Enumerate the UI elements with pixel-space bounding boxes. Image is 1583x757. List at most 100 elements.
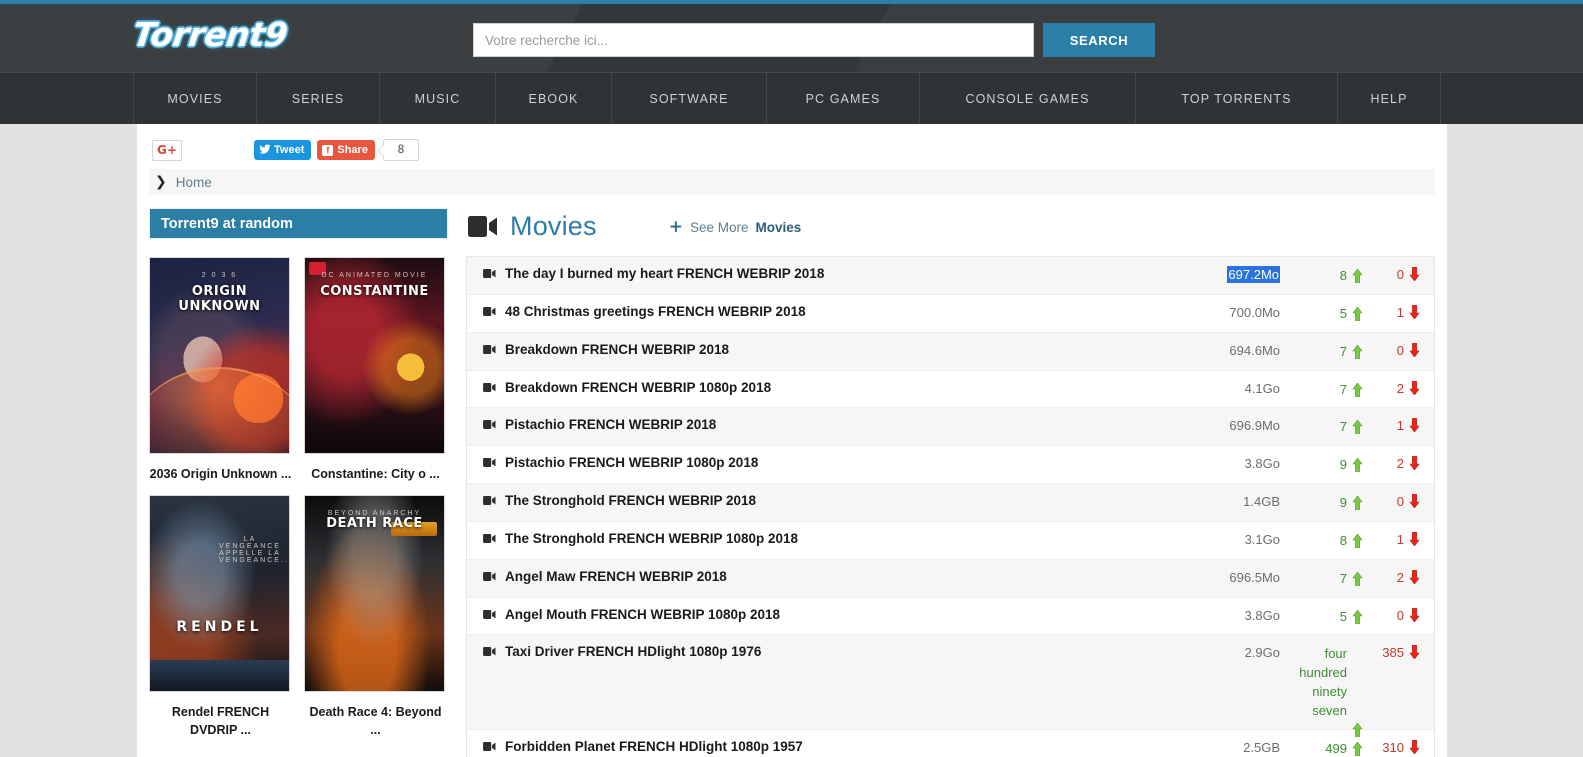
poster-artwork <box>305 496 444 692</box>
nav-item-help[interactable]: HELP <box>1338 73 1441 124</box>
nav-item-top-torrents[interactable]: TOP TORRENTS <box>1136 73 1338 124</box>
table-row[interactable]: Pistachio FRENCH WEBRIP 2018 696.9Mo 7 1 <box>467 408 1434 447</box>
seeders-cell: 7 <box>1282 333 1363 370</box>
leechers-value: 385 <box>1382 645 1404 661</box>
poster-thumbnail[interactable]: 2 0 3 6 ORIGIN UNKNOWN <box>149 257 290 454</box>
nav-item-label: CONSOLE GAMES <box>965 91 1090 106</box>
poster-caption[interactable]: Constantine: City o ... <box>304 465 447 483</box>
search-input[interactable] <box>473 23 1034 57</box>
table-row[interactable]: Breakdown FRENCH WEBRIP 2018 694.6Mo 7 0 <box>467 332 1434 371</box>
poster-caption[interactable]: Death Race 4: Beyond ... <box>304 703 447 739</box>
table-row[interactable]: The Stronghold FRENCH WEBRIP 2018 1.4GB 9 0 <box>467 484 1434 522</box>
seeders-cell: 499 <box>1282 730 1363 757</box>
torrent-name-cell[interactable]: The Stronghold FRENCH WEBRIP 2018 <box>467 484 1162 516</box>
torrent-title: Pistachio FRENCH WEBRIP 1080p 2018 <box>505 455 759 471</box>
torrent-size-cell: 696.5Mo <box>1162 560 1282 593</box>
nav-item-label: MUSIC <box>414 91 461 106</box>
poster-thumbnail[interactable]: DC ANIMATED MOVIE CONSTANTINE <box>304 257 445 454</box>
arrow-down-icon <box>1409 418 1420 435</box>
poster-caption[interactable]: Rendel FRENCH DVDRIP ... <box>149 703 292 739</box>
torrent-title: Angel Mouth FRENCH WEBRIP 1080p 2018 <box>505 606 781 622</box>
torrent-name-cell[interactable]: Pistachio FRENCH WEBRIP 1080p 2018 <box>467 446 1162 478</box>
torrent-name-cell[interactable]: Taxi Driver FRENCH HDlight 1080p 1976 <box>467 635 1162 667</box>
poster-thumbnail[interactable]: BEYOND ANARCHY DEATH RACE <box>304 495 445 693</box>
leechers-cell: 0 <box>1360 257 1434 292</box>
leechers-value: 310 <box>1382 739 1404 755</box>
table-row[interactable]: Pistachio FRENCH WEBRIP 1080p 2018 3.8Go 9… <box>467 446 1434 485</box>
see-more-movies-link[interactable]: + See More Movies <box>669 217 802 237</box>
facebook-share-button[interactable]: f Share <box>317 140 375 160</box>
torrent-size-value: 3.1Go <box>1244 531 1280 547</box>
poster-artwork <box>305 258 444 453</box>
sidebar: Torrent9 at random 2 0 3 6 ORIGIN UNKNOWN… <box>149 208 448 757</box>
breadcrumb: ❯ Home <box>149 169 1435 195</box>
torrent-size-cell: 1.4GB <box>1162 484 1282 517</box>
torrent-name-cell[interactable]: Breakdown FRENCH WEBRIP 1080p 2018 <box>467 371 1162 403</box>
nav-item-label: PC GAMES <box>805 91 881 106</box>
table-row[interactable]: Breakdown FRENCH WEBRIP 1080p 2018 4.1Go 7… <box>467 370 1434 409</box>
search-button[interactable]: SEARCH <box>1043 23 1155 57</box>
torrent-name-cell[interactable]: Angel Mouth FRENCH WEBRIP 1080p 2018 <box>467 598 1162 630</box>
leechers-value: 1 <box>1396 418 1404 434</box>
nav-item-ebook[interactable]: EBOOK <box>496 73 612 124</box>
nav-item-label: SERIES <box>291 91 345 106</box>
torrent-name-cell[interactable]: Pistachio FRENCH WEBRIP 2018 <box>467 408 1162 440</box>
torrent-name-cell[interactable]: Forbidden Planet FRENCH HDlight 1080p 19… <box>467 730 1162 757</box>
torrent-title: The Stronghold FRENCH WEBRIP 2018 <box>505 493 757 509</box>
torrent-name-cell[interactable]: Angel Maw FRENCH WEBRIP 2018 <box>467 560 1162 592</box>
table-row[interactable]: Angel Mouth FRENCH WEBRIP 1080p 2018 3.8G… <box>467 597 1434 636</box>
torrent-name-cell[interactable]: The Stronghold FRENCH WEBRIP 1080p 2018 <box>467 522 1162 554</box>
table-row[interactable]: Taxi Driver FRENCH HDlight 1080p 1976 2.9… <box>467 635 1434 738</box>
table-row[interactable]: Angel Maw FRENCH WEBRIP 2018 696.5Mo 7 2 <box>467 559 1434 598</box>
arrow-down-icon <box>1409 455 1420 473</box>
torrent-size-cell: 696.9Mo <box>1162 408 1282 441</box>
twitter-bird-icon <box>259 143 271 158</box>
torrent-size-cell: 2.5GB <box>1162 730 1282 757</box>
nav-item-console-games[interactable]: CONSOLE GAMES <box>920 73 1136 124</box>
nav-item-movies[interactable]: MOVIES <box>133 73 257 124</box>
tweet-button[interactable]: Tweet <box>254 140 312 160</box>
poster-cell: BEYOND ANARCHY DEATH RACE Death Race 4: Be… <box>304 495 447 739</box>
plus-icon: + <box>668 216 683 237</box>
torrent-title: Taxi Driver FRENCH HDlight 1080p 1976 <box>505 644 762 660</box>
table-row[interactable]: Forbidden Planet FRENCH HDlight 1080p 19… <box>467 729 1434 757</box>
page-title: Movies <box>510 211 597 241</box>
tweet-label: Tweet <box>274 144 305 156</box>
torrent-title: Breakdown FRENCH WEBRIP 2018 <box>505 341 730 357</box>
arrow-down-icon <box>1409 304 1420 322</box>
site-logo[interactable]: Torrent9 <box>131 15 290 54</box>
torrent-name-cell[interactable]: The day I burned my heart FRENCH WEBRIP … <box>467 257 1162 289</box>
poster-artwork <box>150 496 289 692</box>
page-body: G+ Tweet f Share 8 ❯ Home Torrent9 at ra… <box>0 124 1583 757</box>
arrow-down-icon <box>1409 266 1420 284</box>
torrent-size-value: 694.6Mo <box>1229 342 1280 358</box>
poster-thumbnail[interactable]: LA VENGEANCE APPELLE LA VENGEANCE... REND… <box>149 495 290 693</box>
seeders-cell: 5 <box>1282 295 1363 332</box>
nav-item-label: SOFTWARE <box>649 91 729 106</box>
seeders-value: 5 <box>1339 305 1347 321</box>
torrent-name-cell[interactable]: Breakdown FRENCH WEBRIP 2018 <box>467 333 1162 365</box>
torrent-size-value: 696.9Mo <box>1229 418 1280 434</box>
leechers-value: 2 <box>1396 380 1404 396</box>
google-plus-icon[interactable]: G+ <box>152 139 182 161</box>
arrow-down-icon <box>1409 645 1420 662</box>
table-row[interactable]: The Stronghold FRENCH WEBRIP 1080p 2018 3… <box>467 521 1434 560</box>
main-navigation: MOVIES SERIES MUSIC EBOOK SOFTWARE PC GAMES CO… <box>0 72 1583 124</box>
torrent-name-cell[interactable]: 48 Christmas greetings FRENCH WEBRIP 201… <box>467 295 1162 327</box>
nav-item-software[interactable]: SOFTWARE <box>612 73 767 124</box>
leechers-value: 2 <box>1396 456 1404 472</box>
torrent-size-value: 3.8Go <box>1244 456 1280 472</box>
table-row[interactable]: The day I burned my heart FRENCH WEBRIP … <box>467 257 1434 295</box>
nav-item-series[interactable]: SERIES <box>257 73 380 124</box>
torrent-size-cell: 3.8Go <box>1162 446 1282 479</box>
random-posters-grid: 2 0 3 6 ORIGIN UNKNOWN 2036 Origin Unknown… <box>149 239 448 739</box>
breadcrumb-home-link[interactable]: Home <box>176 175 212 190</box>
torrent-size-cell: 700.0Mo <box>1162 295 1282 328</box>
torrent-size-cell: 694.6Mo <box>1162 333 1282 366</box>
torrent-size-cell: 3.1Go <box>1162 522 1282 555</box>
poster-caption[interactable]: 2036 Origin Unknown ... <box>149 465 292 483</box>
nav-item-music[interactable]: MUSIC <box>380 73 496 124</box>
table-row[interactable]: 48 Christmas greetings FRENCH WEBRIP 201… <box>467 294 1434 333</box>
nav-item-pc-games[interactable]: PC GAMES <box>767 73 920 124</box>
video-camera-icon <box>483 344 496 354</box>
